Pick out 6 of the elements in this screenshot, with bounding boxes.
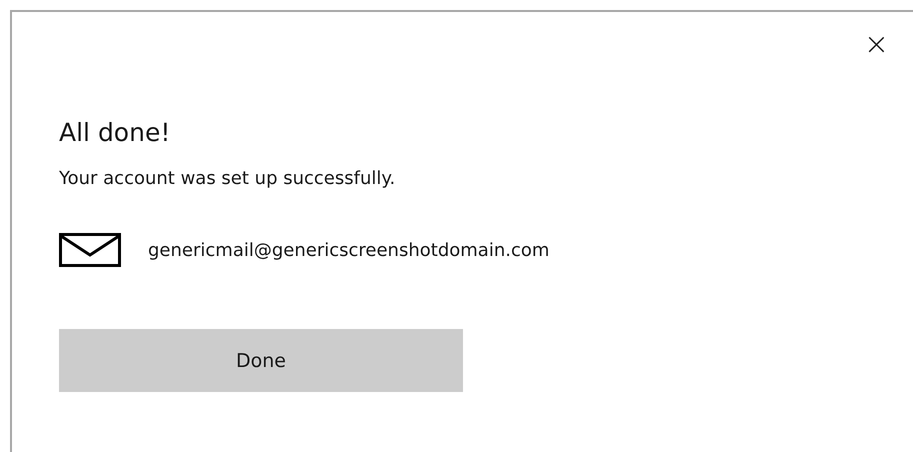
message-text: Your account was set up successfully.	[59, 167, 396, 191]
envelope-icon	[59, 233, 121, 267]
account-email: genericmail@genericscreenshotdomain.com	[148, 240, 550, 260]
dialog-title: All done!	[59, 117, 170, 149]
close-button[interactable]: ×	[860, 30, 893, 60]
done-button[interactable]: Done	[59, 329, 463, 392]
